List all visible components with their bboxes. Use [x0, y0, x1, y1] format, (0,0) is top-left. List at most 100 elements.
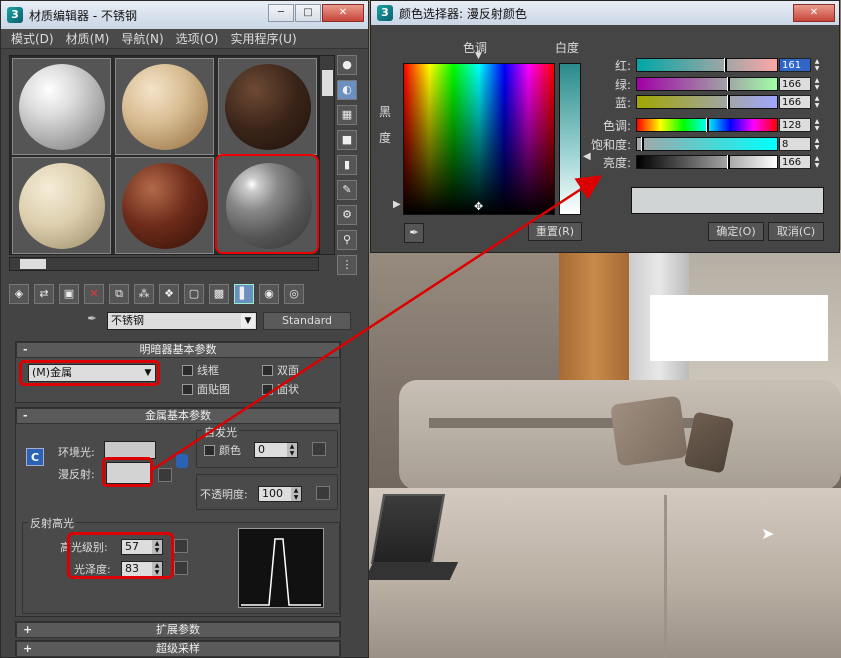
saturation-channel-value[interactable]: 8: [779, 137, 811, 151]
spinner-arrows-icon[interactable]: ▲ ▼: [813, 95, 821, 109]
spinner-arrows-icon[interactable]: ▲ ▼: [291, 487, 301, 501]
ok-button[interactable]: 确定(O): [708, 222, 764, 241]
value-channel-value[interactable]: 166: [779, 155, 811, 169]
make-unique-icon[interactable]: ⁂: [134, 284, 154, 304]
get-material-icon[interactable]: ◈: [9, 284, 29, 304]
material-id-icon[interactable]: ▢: [184, 284, 204, 304]
sample-slot[interactable]: [115, 58, 214, 155]
slider-handle[interactable]: [727, 95, 730, 109]
hue-channel-slider[interactable]: [636, 118, 778, 132]
show-map-icon[interactable]: ▩: [209, 284, 229, 304]
spinner-arrows-icon[interactable]: ▲ ▼: [813, 58, 821, 72]
uv-tiling-icon[interactable]: ■: [337, 130, 357, 150]
options-icon[interactable]: ⚙: [337, 205, 357, 225]
spinner-arrows-icon[interactable]: ▲ ▼: [813, 155, 821, 169]
menu-material[interactable]: 材质(M): [60, 30, 116, 47]
self-illum-map-button[interactable]: [312, 442, 326, 456]
checkbox-box[interactable]: [182, 383, 193, 395]
checkbox-box[interactable]: [262, 364, 273, 376]
chevron-down-icon[interactable]: ▼: [241, 314, 255, 328]
maximize-button[interactable]: □: [295, 4, 321, 22]
close-button[interactable]: ✕: [322, 4, 364, 22]
checkbox-box[interactable]: [204, 444, 215, 456]
background-icon[interactable]: ▦: [337, 105, 357, 125]
blue-channel-slider[interactable]: [636, 95, 778, 109]
sample-slot[interactable]: [218, 58, 317, 155]
hue-channel-value[interactable]: 128: [779, 118, 811, 132]
rollout-header[interactable]: + 超级采样: [16, 641, 340, 657]
material-type-button[interactable]: Standard: [263, 312, 351, 330]
spinner-arrows-icon[interactable]: ▲ ▼: [813, 77, 821, 91]
extended-params-rollout[interactable]: + 扩展参数: [15, 621, 341, 638]
spinner-arrows-icon[interactable]: ▲ ▼: [813, 137, 821, 151]
eyedropper-icon[interactable]: ✒: [404, 223, 424, 243]
sample-type-icon[interactable]: ●: [337, 55, 357, 75]
sample-slot[interactable]: [12, 58, 111, 155]
green-channel-slider[interactable]: [636, 77, 778, 91]
lock-icon[interactable]: [176, 454, 188, 468]
reset-map-icon[interactable]: ✕: [84, 284, 104, 304]
eyedropper-icon[interactable]: ✒: [83, 312, 101, 330]
close-button[interactable]: ✕: [793, 4, 835, 22]
slots-horizontal-scrollbar[interactable]: [9, 257, 319, 271]
menu-utilities[interactable]: 实用程序(U): [224, 30, 302, 47]
make-preview-icon[interactable]: ✎: [337, 180, 357, 200]
two-sided-checkbox[interactable]: 双面: [262, 362, 299, 378]
self-illum-color-checkbox[interactable]: 颜色: [204, 442, 241, 458]
sample-slot[interactable]: [115, 157, 214, 254]
opacity-map-button[interactable]: [316, 486, 330, 500]
backlight-icon[interactable]: ◐: [337, 80, 357, 100]
put-to-library-icon[interactable]: ❖: [159, 284, 179, 304]
rollout-header[interactable]: - 金属基本参数: [16, 408, 340, 424]
menu-navigation[interactable]: 导航(N): [115, 30, 169, 47]
material-map-navigator-icon[interactable]: ⋮: [337, 255, 357, 275]
menu-options[interactable]: 选项(O): [170, 30, 225, 47]
value-channel-slider[interactable]: [636, 155, 778, 169]
saturation-channel-slider[interactable]: [636, 137, 778, 151]
checkbox-box[interactable]: [262, 383, 273, 395]
spinner-arrows-icon[interactable]: ▲ ▼: [287, 443, 297, 457]
scroll-thumb[interactable]: [322, 70, 333, 96]
green-channel-value[interactable]: 166: [779, 77, 811, 91]
faceted-checkbox[interactable]: 面状: [262, 381, 299, 397]
slots-vertical-scrollbar[interactable]: [319, 55, 335, 255]
video-color-check-icon[interactable]: ▮: [337, 155, 357, 175]
slider-handle[interactable]: [727, 155, 730, 169]
slider-handle[interactable]: [727, 77, 730, 91]
wire-checkbox[interactable]: 线框: [182, 362, 219, 378]
blue-channel-value[interactable]: 166: [779, 95, 811, 109]
select-by-material-icon[interactable]: ⚲: [337, 230, 357, 250]
make-copy-icon[interactable]: ⧉: [109, 284, 129, 304]
opacity-spinner[interactable]: 100 ▲ ▼: [258, 486, 302, 502]
red-channel-value[interactable]: 161: [779, 58, 811, 72]
rollout-header[interactable]: + 扩展参数: [16, 622, 340, 638]
sample-slot[interactable]: [12, 157, 111, 254]
hue-blackness-spectrum[interactable]: ✥: [403, 63, 555, 215]
menu-mode[interactable]: 模式(D): [5, 30, 60, 47]
put-to-scene-icon[interactable]: ⇄: [34, 284, 54, 304]
red-channel-slider[interactable]: [636, 58, 778, 72]
spinner-arrows-icon[interactable]: ▲ ▼: [813, 118, 821, 132]
show-end-result-icon[interactable]: ▌: [234, 284, 254, 304]
go-forward-sibling-icon[interactable]: ◎: [284, 284, 304, 304]
minimize-button[interactable]: ─: [268, 4, 294, 22]
spec-level-map-button[interactable]: [174, 539, 188, 553]
checkbox-box[interactable]: [182, 364, 193, 376]
slider-handle[interactable]: [724, 58, 727, 72]
slider-handle[interactable]: [706, 118, 709, 132]
gloss-map-button[interactable]: [174, 561, 188, 575]
reset-button[interactable]: 重置(R): [528, 222, 582, 241]
self-illum-spinner[interactable]: 0 ▲ ▼: [254, 442, 298, 458]
slider-handle[interactable]: [641, 137, 644, 151]
diffuse-map-button[interactable]: [158, 468, 172, 482]
assign-to-selection-icon[interactable]: ▣: [59, 284, 79, 304]
lock-ambient-diffuse-icon[interactable]: C: [26, 448, 44, 466]
cancel-button[interactable]: 取消(C): [768, 222, 824, 241]
go-to-parent-icon[interactable]: ◉: [259, 284, 279, 304]
scroll-thumb[interactable]: [20, 259, 46, 269]
whiteness-bar[interactable]: [559, 63, 581, 215]
supersampling-rollout[interactable]: + 超级采样: [15, 640, 341, 657]
rollout-header[interactable]: - 明暗器基本参数: [16, 342, 340, 358]
sample-slot-selected[interactable]: [215, 154, 319, 254]
face-map-checkbox[interactable]: 面贴图: [182, 381, 230, 397]
